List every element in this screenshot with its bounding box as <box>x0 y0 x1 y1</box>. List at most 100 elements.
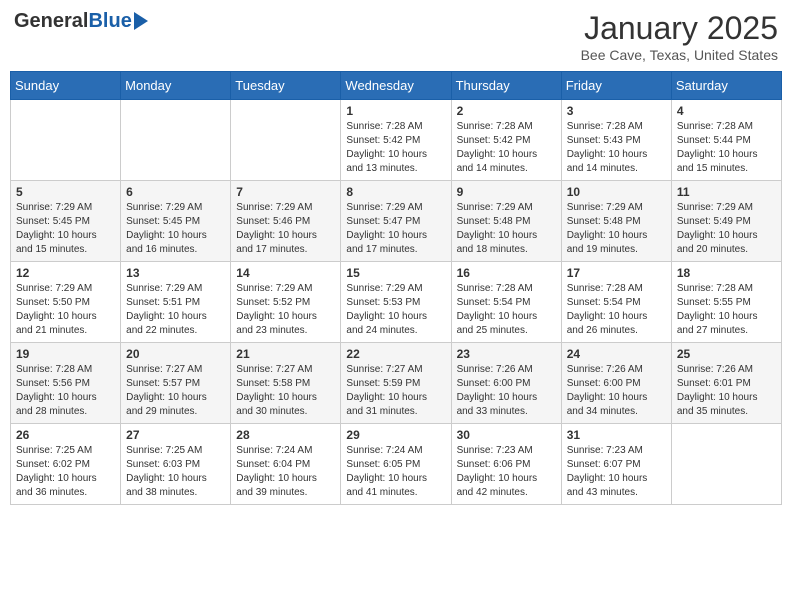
calendar-day-header: Wednesday <box>341 72 451 100</box>
calendar-day-cell: 13Sunrise: 7:29 AM Sunset: 5:51 PM Dayli… <box>121 262 231 343</box>
day-info: Sunrise: 7:26 AM Sunset: 6:01 PM Dayligh… <box>677 363 776 419</box>
calendar-day-header: Tuesday <box>231 72 341 100</box>
day-info: Sunrise: 7:26 AM Sunset: 6:00 PM Dayligh… <box>457 363 556 419</box>
day-number: 24 <box>567 347 666 361</box>
day-number: 21 <box>236 347 335 361</box>
day-info: Sunrise: 7:29 AM Sunset: 5:48 PM Dayligh… <box>457 201 556 257</box>
calendar-day-cell: 18 Sunrise: 7:28 AM Sunset: 5:55 PM Dayli… <box>671 262 781 343</box>
calendar-week-row: 5 Sunrise: 7:29 AM Sunset: 5:45 PM Daylig… <box>11 181 782 262</box>
day-info: Sunrise: 7:27 AM Sunset: 5:58 PM Dayligh… <box>236 363 335 419</box>
day-info: Sunrise: 7:23 AM Sunset: 6:07 PM Dayligh… <box>567 444 666 500</box>
calendar-day-cell: 15 Sunrise: 7:29 AM Sunset: 5:53 PM Dayli… <box>341 262 451 343</box>
logo: General Blue <box>14 10 148 33</box>
calendar-week-row: 26 Sunrise: 7:25 AM Sunset: 6:02 PM Dayli… <box>11 424 782 505</box>
calendar-day-cell: 26 Sunrise: 7:25 AM Sunset: 6:02 PM Dayli… <box>11 424 121 505</box>
calendar-day-cell: 3 Sunrise: 7:28 AM Sunset: 5:43 PM Daylig… <box>561 100 671 181</box>
day-number: 3 <box>567 104 666 118</box>
day-number: 28 <box>236 428 335 442</box>
day-info: Sunrise: 7:29 AM Sunset: 5:45 PM Dayligh… <box>16 201 115 257</box>
calendar-week-row: 1 Sunrise: 7:28 AM Sunset: 5:42 PM Daylig… <box>11 100 782 181</box>
calendar-day-cell: 16 Sunrise: 7:28 AM Sunset: 5:54 PM Dayli… <box>451 262 561 343</box>
day-number: 15 <box>346 266 445 280</box>
calendar-day-cell: 2 Sunrise: 7:28 AM Sunset: 5:42 PM Daylig… <box>451 100 561 181</box>
day-info: Sunrise: 7:29 AM Sunset: 5:46 PM Dayligh… <box>236 201 335 257</box>
day-number: 14 <box>236 266 335 280</box>
day-info: Sunrise: 7:28 AM Sunset: 5:56 PM Dayligh… <box>16 363 115 419</box>
day-number: 19 <box>16 347 115 361</box>
day-number: 5 <box>16 185 115 199</box>
calendar-day-cell: 4Sunrise: 7:28 AM Sunset: 5:44 PM Daylig… <box>671 100 781 181</box>
calendar-day-cell: 12 Sunrise: 7:29 AM Sunset: 5:50 PM Dayli… <box>11 262 121 343</box>
calendar-week-row: 12 Sunrise: 7:29 AM Sunset: 5:50 PM Dayli… <box>11 262 782 343</box>
calendar-day-cell: 31 Sunrise: 7:23 AM Sunset: 6:07 PM Dayli… <box>561 424 671 505</box>
day-number: 26 <box>16 428 115 442</box>
calendar-day-header: Sunday <box>11 72 121 100</box>
page-header: General Blue January 2025 Bee Cave, Texa… <box>10 10 782 63</box>
calendar-day-header: Monday <box>121 72 231 100</box>
calendar-day-cell: 20 Sunrise: 7:27 AM Sunset: 5:57 PM Dayli… <box>121 343 231 424</box>
calendar-table: SundayMondayTuesdayWednesdayThursdayFrid… <box>10 71 782 505</box>
day-number: 2 <box>457 104 556 118</box>
calendar-header-row: SundayMondayTuesdayWednesdayThursdayFrid… <box>11 72 782 100</box>
calendar-day-cell <box>121 100 231 181</box>
day-info: Sunrise: 7:29 AM Sunset: 5:53 PM Dayligh… <box>346 282 445 338</box>
calendar-day-cell: 28Sunrise: 7:24 AM Sunset: 6:04 PM Dayli… <box>231 424 341 505</box>
day-info: Sunrise: 7:23 AM Sunset: 6:06 PM Dayligh… <box>457 444 556 500</box>
day-info: Sunrise: 7:28 AM Sunset: 5:54 PM Dayligh… <box>457 282 556 338</box>
calendar-day-cell: 21 Sunrise: 7:27 AM Sunset: 5:58 PM Dayli… <box>231 343 341 424</box>
day-number: 29 <box>346 428 445 442</box>
day-info: Sunrise: 7:29 AM Sunset: 5:49 PM Dayligh… <box>677 201 776 257</box>
day-number: 6 <box>126 185 225 199</box>
calendar-day-cell: 25 Sunrise: 7:26 AM Sunset: 6:01 PM Dayli… <box>671 343 781 424</box>
day-info: Sunrise: 7:28 AM Sunset: 5:42 PM Dayligh… <box>457 120 556 176</box>
day-number: 25 <box>677 347 776 361</box>
day-info: Sunrise: 7:29 AM Sunset: 5:47 PM Dayligh… <box>346 201 445 257</box>
day-number: 10 <box>567 185 666 199</box>
calendar-day-cell: 22Sunrise: 7:27 AM Sunset: 5:59 PM Dayli… <box>341 343 451 424</box>
title-section: January 2025 Bee Cave, Texas, United Sta… <box>581 10 778 63</box>
day-number: 17 <box>567 266 666 280</box>
day-number: 12 <box>16 266 115 280</box>
logo-blue-text: Blue <box>88 10 131 33</box>
day-number: 11 <box>677 185 776 199</box>
calendar-day-cell: 7 Sunrise: 7:29 AM Sunset: 5:46 PM Daylig… <box>231 181 341 262</box>
day-number: 7 <box>236 185 335 199</box>
calendar-day-cell: 30 Sunrise: 7:23 AM Sunset: 6:06 PM Dayli… <box>451 424 561 505</box>
day-number: 9 <box>457 185 556 199</box>
calendar-day-cell: 27Sunrise: 7:25 AM Sunset: 6:03 PM Dayli… <box>121 424 231 505</box>
calendar-day-cell: 6 Sunrise: 7:29 AM Sunset: 5:45 PM Daylig… <box>121 181 231 262</box>
month-title: January 2025 <box>581 10 778 47</box>
day-number: 31 <box>567 428 666 442</box>
day-number: 1 <box>346 104 445 118</box>
day-info: Sunrise: 7:25 AM Sunset: 6:02 PM Dayligh… <box>16 444 115 500</box>
calendar-day-cell: 10 Sunrise: 7:29 AM Sunset: 5:48 PM Dayli… <box>561 181 671 262</box>
calendar-day-header: Saturday <box>671 72 781 100</box>
day-info: Sunrise: 7:28 AM Sunset: 5:55 PM Dayligh… <box>677 282 776 338</box>
day-number: 27 <box>126 428 225 442</box>
day-info: Sunrise: 7:27 AM Sunset: 5:57 PM Dayligh… <box>126 363 225 419</box>
logo-arrow-icon <box>134 12 148 30</box>
calendar-day-cell: 5 Sunrise: 7:29 AM Sunset: 5:45 PM Daylig… <box>11 181 121 262</box>
day-info: Sunrise: 7:24 AM Sunset: 6:05 PM Dayligh… <box>346 444 445 500</box>
day-number: 30 <box>457 428 556 442</box>
day-info: Sunrise: 7:26 AM Sunset: 6:00 PM Dayligh… <box>567 363 666 419</box>
day-number: 23 <box>457 347 556 361</box>
calendar-day-cell: 17Sunrise: 7:28 AM Sunset: 5:54 PM Dayli… <box>561 262 671 343</box>
day-info: Sunrise: 7:28 AM Sunset: 5:43 PM Dayligh… <box>567 120 666 176</box>
day-number: 8 <box>346 185 445 199</box>
calendar-day-header: Thursday <box>451 72 561 100</box>
calendar-day-cell: 14Sunrise: 7:29 AM Sunset: 5:52 PM Dayli… <box>231 262 341 343</box>
calendar-day-cell: 1Sunrise: 7:28 AM Sunset: 5:42 PM Daylig… <box>341 100 451 181</box>
day-number: 4 <box>677 104 776 118</box>
day-info: Sunrise: 7:29 AM Sunset: 5:45 PM Dayligh… <box>126 201 225 257</box>
calendar-day-cell: 19 Sunrise: 7:28 AM Sunset: 5:56 PM Dayli… <box>11 343 121 424</box>
calendar-day-cell <box>11 100 121 181</box>
day-number: 22 <box>346 347 445 361</box>
day-number: 18 <box>677 266 776 280</box>
day-number: 16 <box>457 266 556 280</box>
day-info: Sunrise: 7:29 AM Sunset: 5:50 PM Dayligh… <box>16 282 115 338</box>
day-info: Sunrise: 7:29 AM Sunset: 5:48 PM Dayligh… <box>567 201 666 257</box>
location-text: Bee Cave, Texas, United States <box>581 47 778 63</box>
day-number: 20 <box>126 347 225 361</box>
calendar-day-cell: 9 Sunrise: 7:29 AM Sunset: 5:48 PM Daylig… <box>451 181 561 262</box>
